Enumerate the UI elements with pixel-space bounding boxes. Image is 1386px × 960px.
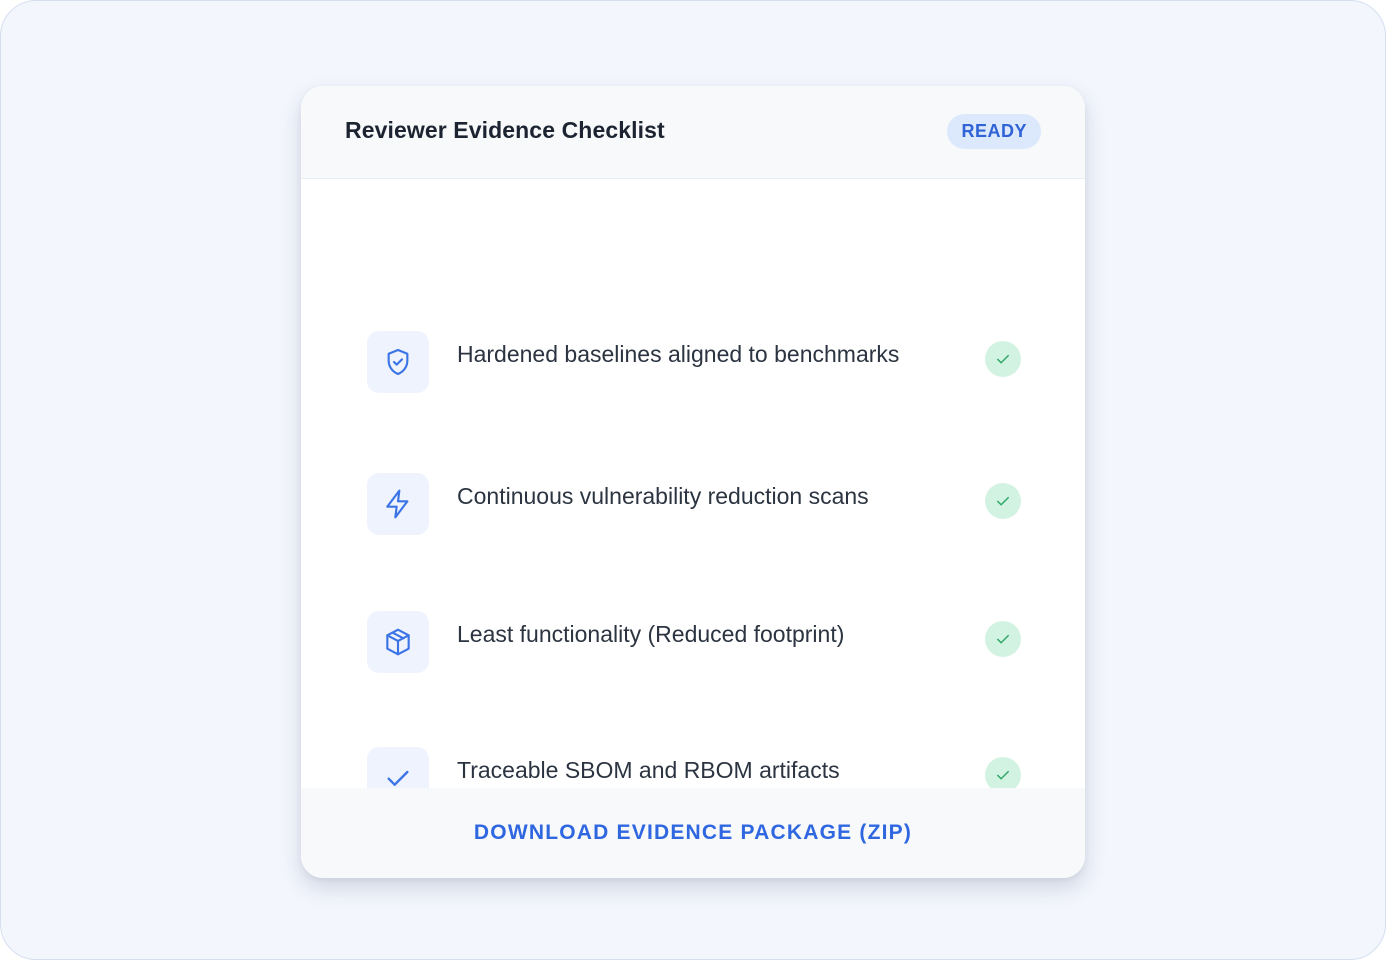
shield-check-icon bbox=[367, 331, 429, 393]
list-item: Continuous vulnerability reduction scans bbox=[301, 473, 1085, 543]
check-done-icon bbox=[985, 621, 1021, 657]
lightning-bolt-icon bbox=[367, 473, 429, 535]
page-background: Reviewer Evidence Checklist READY Harden… bbox=[0, 0, 1386, 960]
download-evidence-button[interactable]: DOWNLOAD EVIDENCE PACKAGE (ZIP) bbox=[474, 821, 912, 845]
check-done-icon bbox=[985, 341, 1021, 377]
check-done-icon bbox=[985, 483, 1021, 519]
list-item: Hardened baselines aligned to benchmarks bbox=[301, 331, 1085, 401]
item-label: Hardened baselines aligned to benchmarks bbox=[457, 341, 900, 367]
package-box-icon bbox=[367, 611, 429, 673]
evidence-checklist-card: Reviewer Evidence Checklist READY Harden… bbox=[301, 86, 1085, 878]
item-label: Traceable SBOM and RBOM artifacts bbox=[457, 757, 840, 783]
list-item: Least functionality (Reduced footprint) bbox=[301, 611, 1085, 681]
item-label: Least functionality (Reduced footprint) bbox=[457, 621, 845, 647]
card-title: Reviewer Evidence Checklist bbox=[345, 117, 665, 143]
item-label: Continuous vulnerability reduction scans bbox=[457, 483, 869, 509]
card-footer: DOWNLOAD EVIDENCE PACKAGE (ZIP) bbox=[301, 788, 1085, 878]
card-header: Reviewer Evidence Checklist READY bbox=[301, 86, 1085, 179]
status-badge: READY bbox=[947, 114, 1041, 149]
